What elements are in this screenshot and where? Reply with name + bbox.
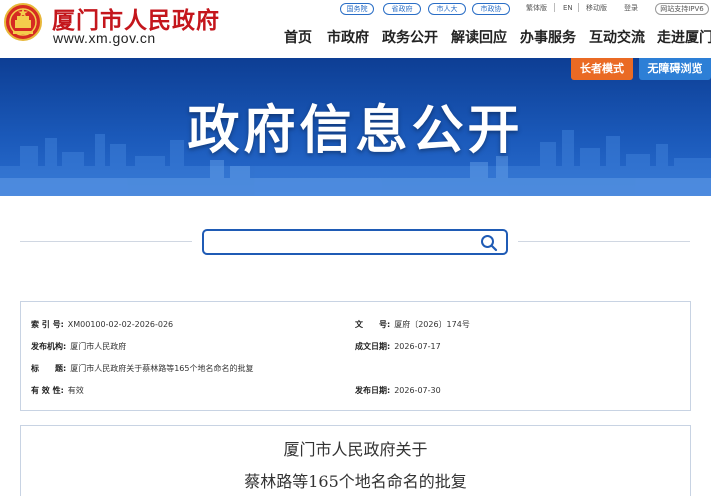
top-link-traditional[interactable]: 繁体版 [526,3,547,13]
site-url[interactable]: www.xm.gov.cn [53,30,156,46]
document-title-line-1: 厦门市人民政府关于 [283,440,428,459]
separator [578,3,579,12]
nav-government-affairs[interactable]: 政务公开 [382,27,438,47]
search-icon[interactable] [480,234,498,252]
top-link-english[interactable]: EN [563,3,573,13]
doc-no-value: 厦府〔2026〕174号 [394,320,470,329]
validity-value: 有效 [67,386,84,395]
top-link-mobile[interactable]: 移动版 [586,3,607,13]
document-info-card: 索 引 号: XM00100-02-02-2026-026 文 号: 厦府〔2026… [20,301,691,411]
nav-services[interactable]: 办事服务 [520,27,576,47]
info-row-issuer: 发布机构: 厦门市人民政府 [31,341,126,352]
nav-about-xiamen[interactable]: 走进厦门 [657,27,711,47]
separator [554,3,555,12]
banner-title: 政府信息公开 [187,101,524,161]
quick-link-city-congress[interactable]: 市人大 [428,3,466,15]
accessibility-button[interactable]: 无障碍浏览 [639,58,711,80]
written-date-value: 2026-07-17 [394,342,441,351]
title-label: 标 题: [31,364,67,373]
validity-label: 有 效 性: [31,386,64,395]
index-value: XM00100-02-02-2026-026 [67,320,174,329]
info-row-doc-no: 文 号: 厦府〔2026〕174号 [355,319,470,330]
doc-no-label: 文 号: [355,320,391,329]
quick-link-cppcc[interactable]: 市政协 [472,3,510,15]
info-row-written-date: 成文日期: 2026-07-17 [355,341,441,352]
publish-date-label: 发布日期: [355,386,391,395]
info-row-title: 标 题: 厦门市人民政府关于蔡林路等165个地名命名的批复 [31,363,253,374]
nav-home[interactable]: 首页 [284,27,312,47]
ipv6-badge: 网站支持IPV6 [655,3,709,15]
publish-date-value: 2026-07-30 [394,386,441,395]
main-content: 索 引 号: XM00100-02-02-2026-026 文 号: 厦府〔2026… [0,196,711,496]
nav-interaction[interactable]: 互动交流 [589,27,645,47]
index-label: 索 引 号: [31,320,64,329]
nav-city-government[interactable]: 市政府 [327,27,369,47]
quick-link-province[interactable]: 省政府 [383,3,421,15]
info-row-validity: 有 效 性: 有效 [31,385,84,396]
divider-line [20,241,192,242]
issuer-label: 发布机构: [31,342,67,351]
page-banner: 政府信息公开 长者模式 无障碍浏览 [0,58,711,196]
quick-link-state-council[interactable]: 国务院 [340,3,374,15]
document-title-line-2: 蔡林路等165个地名命名的批复 [244,472,467,491]
elder-mode-button[interactable]: 长者模式 [571,58,633,80]
info-row-index: 索 引 号: XM00100-02-02-2026-026 [31,319,173,330]
issuer-value: 厦门市人民政府 [70,342,127,351]
top-link-login[interactable]: 登录 [624,3,638,13]
divider-line [518,241,690,242]
info-row-publish-date: 发布日期: 2026-07-30 [355,385,441,396]
national-emblem-icon [4,3,42,41]
site-header: 厦门市人民政府 www.xm.gov.cn 国务院 省政府 市人大 市政协 繁体… [0,0,711,58]
title-value: 厦门市人民政府关于蔡林路等165个地名命名的批复 [70,364,254,373]
written-date-label: 成文日期: [355,342,391,351]
document-body: 厦门市人民政府关于 蔡林路等165个地名命名的批复 [20,425,691,496]
search-input[interactable] [202,229,508,255]
nav-interpretation[interactable]: 解读回应 [451,27,507,47]
